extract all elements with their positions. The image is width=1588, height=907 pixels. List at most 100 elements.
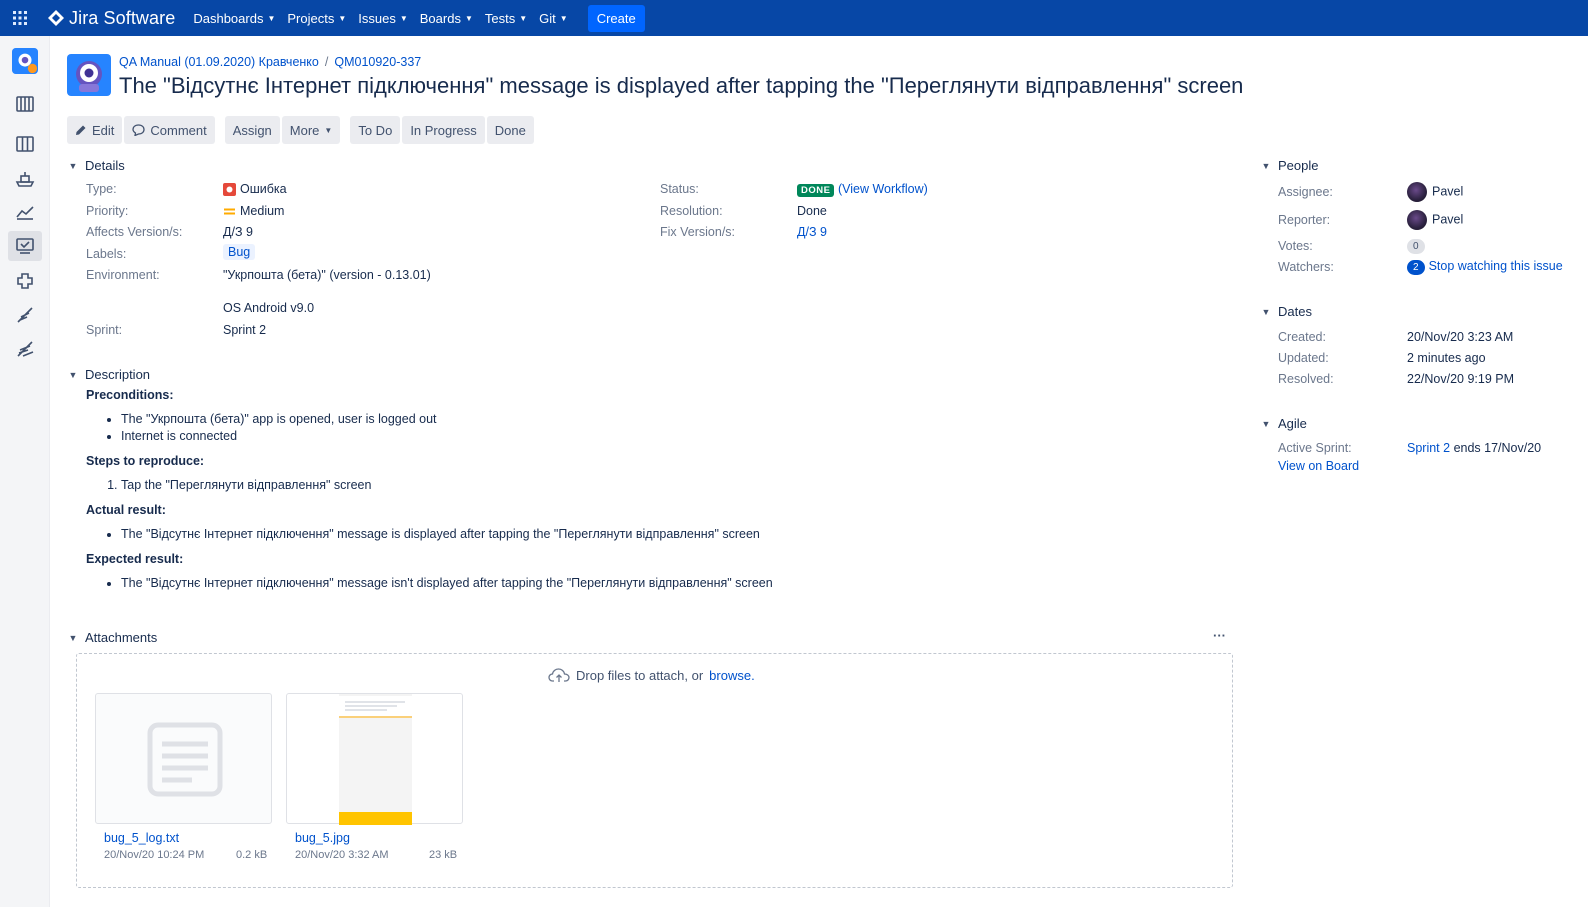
attachment-thumbnail-jpg[interactable] xyxy=(286,693,463,825)
attachment-name-link[interactable]: bug_5_log.txt xyxy=(104,831,179,845)
nav-label: Dashboards xyxy=(193,10,264,26)
details-section-toggle[interactable]: ▼ Details xyxy=(67,158,125,173)
expected-title: Expected result: xyxy=(86,552,184,566)
label-tag-bug[interactable]: Bug xyxy=(223,244,256,260)
view-on-board-link[interactable]: View on Board xyxy=(1278,459,1359,473)
resolved-value: 22/Nov/20 9:19 PM xyxy=(1407,372,1515,386)
dates-section-toggle[interactable]: ▼ Dates xyxy=(1260,304,1312,319)
fix-version-link[interactable]: Д/З 9 xyxy=(797,225,827,239)
attachments-heading: Attachments xyxy=(85,630,158,645)
breadcrumb-project-link[interactable]: QA Manual (01.09.2020) Кравченко xyxy=(119,55,319,69)
active-sprint-label: Active Sprint: xyxy=(1278,441,1352,455)
sprint-value: Sprint 2 xyxy=(223,323,267,337)
chevron-down-icon: ▼ xyxy=(267,13,276,23)
environment-line1: "Укрпошта (бета)" (version - 0.13.01) xyxy=(223,268,431,282)
stop-watching-link[interactable]: Stop watching this issue xyxy=(1429,259,1563,273)
affects-version-value[interactable]: Д/З 9 xyxy=(223,225,253,239)
comment-icon xyxy=(132,124,146,136)
assignee-name: Pavel xyxy=(1432,184,1464,199)
create-button[interactable]: Create xyxy=(587,4,645,32)
reporter-value[interactable]: Pavel xyxy=(1407,210,1463,230)
reporter-name: Pavel xyxy=(1432,212,1464,227)
affects-version-label: Affects Version/s: xyxy=(86,225,183,239)
transition-in-progress-button[interactable]: In Progress xyxy=(402,116,485,144)
chevron-down-icon: ▼ xyxy=(464,13,473,23)
view-workflow-link[interactable]: (View Workflow) xyxy=(838,182,928,196)
votes-value[interactable]: 0 xyxy=(1407,238,1425,254)
releases-icon[interactable] xyxy=(12,166,38,192)
app-switcher-icon[interactable] xyxy=(0,0,40,36)
chevron-down-icon: ▼ xyxy=(68,632,78,643)
details-heading: Details xyxy=(85,158,125,173)
avatar xyxy=(1407,182,1427,202)
nav-issues[interactable]: Issues ▼ xyxy=(358,11,408,26)
chevron-down-icon: ▼ xyxy=(324,125,333,135)
nav-git[interactable]: Git ▼ xyxy=(539,11,568,26)
description-body[interactable]: Preconditions: The "Укрпошта (бета)" app… xyxy=(86,388,986,592)
attachment-thumbnail-txt[interactable] xyxy=(95,693,272,824)
resolution-value: Done xyxy=(797,204,827,218)
fix-version-label: Fix Version/s: xyxy=(660,225,736,239)
chevron-down-icon: ▼ xyxy=(519,13,528,23)
issues-icon[interactable] xyxy=(8,231,42,261)
list-item: Tap the "Переглянути відправлення" scree… xyxy=(121,477,986,494)
comment-label: Comment xyxy=(150,122,207,138)
type-value: Ошибка xyxy=(223,182,287,196)
assignee-label: Assignee: xyxy=(1278,185,1333,199)
brand-name: Jira Software xyxy=(69,7,176,28)
people-section-toggle[interactable]: ▼ People xyxy=(1260,158,1319,173)
issue-toolbar: Edit Comment Assign More ▼ To Do In Prog… xyxy=(67,116,534,144)
edit-button[interactable]: Edit xyxy=(67,116,123,144)
chevron-down-icon: ▼ xyxy=(1261,418,1271,429)
nav-tests[interactable]: Tests ▼ xyxy=(485,11,527,26)
watchers-value: 2 Stop watching this issue xyxy=(1407,259,1563,275)
agile-heading: Agile xyxy=(1278,416,1307,431)
comment-button[interactable]: Comment xyxy=(124,116,215,144)
nav-projects[interactable]: Projects ▼ xyxy=(287,11,346,26)
cloud-upload-icon xyxy=(548,668,570,682)
priority-text: Medium xyxy=(240,204,285,218)
attachments-more-icon[interactable]: ··· xyxy=(1213,628,1226,643)
nav-label: Git xyxy=(539,10,556,26)
transition-done-button[interactable]: Done xyxy=(486,116,534,144)
more-button[interactable]: More ▼ xyxy=(281,116,341,144)
description-section-toggle[interactable]: ▼ Description xyxy=(67,367,151,382)
attachment-name-link[interactable]: bug_5.jpg xyxy=(295,831,350,845)
jira-logo[interactable]: Jira Software xyxy=(48,8,175,29)
project-avatar[interactable] xyxy=(67,54,111,96)
more-label: More xyxy=(289,122,320,138)
reports-icon[interactable] xyxy=(12,199,38,225)
browse-link[interactable]: browse. xyxy=(709,668,755,683)
sprint-label: Sprint: xyxy=(86,323,123,337)
chevron-down-icon: ▼ xyxy=(1261,306,1271,317)
attachments-section-toggle[interactable]: ▼ Attachments xyxy=(67,630,158,645)
feather-icon[interactable] xyxy=(12,302,38,328)
list-item: The "Відсутнє Інтернет підключення" mess… xyxy=(121,526,986,543)
issue-title[interactable]: The "Відсутнє Інтернет підключення" mess… xyxy=(119,73,1243,99)
transition-todo-button[interactable]: To Do xyxy=(350,116,401,144)
breadcrumb-separator: / xyxy=(324,55,329,69)
components-icon[interactable] xyxy=(12,268,38,294)
preconditions-title: Preconditions: xyxy=(86,388,174,402)
attachment-date: 20/Nov/20 10:24 PM xyxy=(104,849,205,861)
votes-count-badge: 0 xyxy=(1407,239,1425,254)
assignee-value[interactable]: Pavel xyxy=(1407,182,1463,202)
speed-icon[interactable] xyxy=(12,336,38,362)
chevron-down-icon: ▼ xyxy=(68,369,78,380)
sprint-link[interactable]: Sprint 2 xyxy=(1407,441,1450,455)
nav-boards[interactable]: Boards ▼ xyxy=(420,11,473,26)
priority-value: Medium xyxy=(223,204,284,218)
actual-title: Actual result: xyxy=(86,503,166,517)
dates-heading: Dates xyxy=(1278,304,1312,319)
nav-dashboards[interactable]: Dashboards ▼ xyxy=(193,11,275,26)
assign-button[interactable]: Assign xyxy=(224,116,280,144)
board-icon[interactable] xyxy=(12,131,38,157)
breadcrumb-issue-key-link[interactable]: QM010920-337 xyxy=(334,55,421,69)
watchers-count-badge[interactable]: 2 xyxy=(1407,260,1425,275)
updated-value: 2 minutes ago xyxy=(1407,351,1486,365)
agile-section-toggle[interactable]: ▼ Agile xyxy=(1260,416,1307,431)
backlog-icon[interactable] xyxy=(12,91,38,117)
project-avatar-icon[interactable] xyxy=(12,48,38,74)
preconditions-list: The "Укрпошта (бета)" app is opened, use… xyxy=(121,411,986,445)
people-heading: People xyxy=(1278,158,1319,173)
